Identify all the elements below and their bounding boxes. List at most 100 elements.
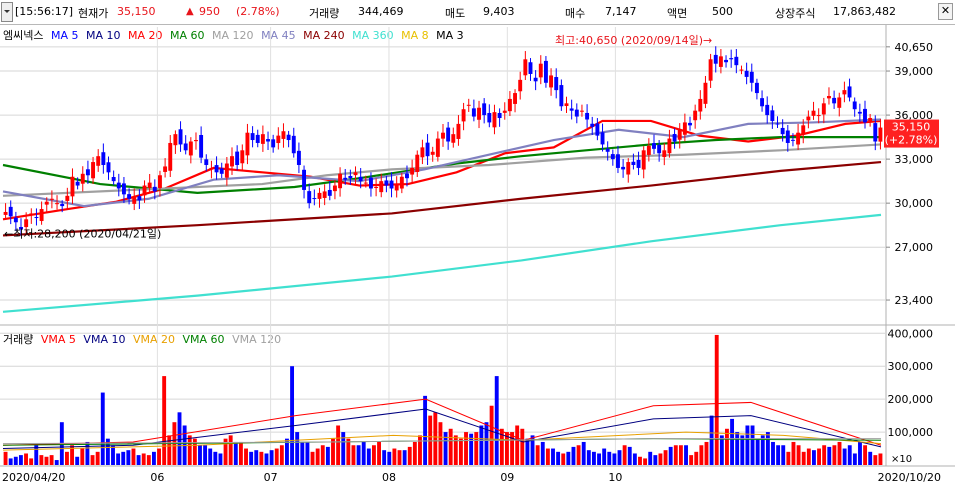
candle-body xyxy=(616,154,620,168)
volume-bar xyxy=(673,445,678,465)
volume-bar xyxy=(203,445,208,465)
volume-bar xyxy=(847,445,852,465)
volume-bar xyxy=(356,445,361,465)
close-icon[interactable]: ✕ xyxy=(938,3,953,20)
candle-body xyxy=(713,54,718,64)
volume-bar xyxy=(566,451,571,465)
volume-bar xyxy=(198,445,202,465)
volume-bar xyxy=(228,435,233,465)
candle-body xyxy=(374,187,379,189)
volume-bar xyxy=(448,428,453,465)
candle-body xyxy=(317,192,322,199)
candle-body xyxy=(384,180,389,186)
candle-body xyxy=(502,110,507,113)
volume-bar xyxy=(535,445,540,465)
candle-body xyxy=(451,134,456,143)
candle-body xyxy=(595,123,600,136)
volume-bar xyxy=(3,451,8,465)
candle-body xyxy=(621,166,626,170)
candle-body xyxy=(70,176,75,197)
candle-body xyxy=(446,127,451,142)
volume-bar xyxy=(341,432,346,465)
candle-body xyxy=(549,75,554,88)
candle-body xyxy=(24,219,29,228)
candle-body xyxy=(780,127,785,135)
volume-bar xyxy=(100,392,105,465)
volume-bar xyxy=(597,453,601,465)
candle-body xyxy=(847,86,852,98)
face-label: 액면 xyxy=(667,7,688,20)
volume-bar xyxy=(418,435,422,465)
candle-body xyxy=(415,154,420,172)
volume-bar xyxy=(438,422,443,465)
candle-body xyxy=(497,112,502,119)
candle-body xyxy=(430,151,435,155)
candle-body xyxy=(55,203,59,205)
volume-bar xyxy=(80,448,85,465)
candle-body xyxy=(168,142,173,171)
volume-bar xyxy=(49,455,54,465)
volume-bar xyxy=(714,334,719,465)
candle-body xyxy=(574,109,579,117)
candle-body xyxy=(101,152,106,165)
volume-tick-label: 300,000 xyxy=(888,360,934,373)
volume-bar xyxy=(868,451,873,465)
time-tick-label: 06 xyxy=(150,471,164,484)
candle-body xyxy=(868,118,873,121)
volume-bar xyxy=(320,445,325,465)
volume-bar xyxy=(755,438,760,465)
candle-body xyxy=(878,127,883,142)
volume-bar xyxy=(238,441,243,465)
volume-bar xyxy=(638,456,642,465)
volume-bar xyxy=(167,435,172,465)
candle-body xyxy=(636,159,641,168)
volume-bar xyxy=(279,445,284,465)
volume-bar xyxy=(269,450,274,465)
candle-body xyxy=(245,132,250,156)
dropdown-menu-icon[interactable] xyxy=(1,2,13,22)
candle-body xyxy=(523,59,528,76)
volume-bar xyxy=(581,441,586,465)
stock-chart[interactable]: 40,65039,00036,00033,00030,00027,00023,4… xyxy=(0,25,955,487)
volume-bar xyxy=(157,448,161,465)
candle-body xyxy=(641,150,646,170)
volume-bar xyxy=(361,441,366,465)
volume-bar xyxy=(213,451,218,465)
volume-bar xyxy=(458,438,463,465)
volume-bar xyxy=(622,445,627,465)
volume-bar xyxy=(126,450,131,465)
volume-bar xyxy=(162,376,167,465)
candle-body xyxy=(276,135,281,144)
price-change: 950 xyxy=(199,5,220,18)
candle-body xyxy=(441,132,445,139)
volume-bar xyxy=(653,455,658,465)
candle-body xyxy=(322,191,327,198)
volume-bar xyxy=(85,441,90,465)
volume-bar xyxy=(295,432,300,465)
volume-bar xyxy=(39,455,44,465)
candle-body xyxy=(477,107,481,120)
volume-bar xyxy=(44,456,49,465)
candle-body xyxy=(199,134,204,158)
volume-bar xyxy=(735,432,740,465)
volume-bar xyxy=(479,425,484,465)
candle-body xyxy=(652,143,656,149)
volume-bar xyxy=(423,395,428,465)
candle-body xyxy=(672,134,677,142)
candle-body xyxy=(152,186,157,192)
candle-body xyxy=(435,138,440,157)
volume-bar xyxy=(827,446,832,465)
volume-bar xyxy=(796,445,801,465)
candle-body xyxy=(518,79,523,92)
candle-body xyxy=(3,211,8,215)
volume-bar xyxy=(658,453,663,465)
buy-label: 매수 xyxy=(565,7,586,20)
candle-body xyxy=(739,69,744,71)
volume-bar xyxy=(525,438,530,465)
candle-body xyxy=(600,132,605,145)
candle-body xyxy=(559,85,564,107)
volume-bar xyxy=(218,453,223,465)
volume-bar xyxy=(561,453,566,465)
volume-bar xyxy=(489,405,494,465)
volume-bar xyxy=(719,435,724,465)
